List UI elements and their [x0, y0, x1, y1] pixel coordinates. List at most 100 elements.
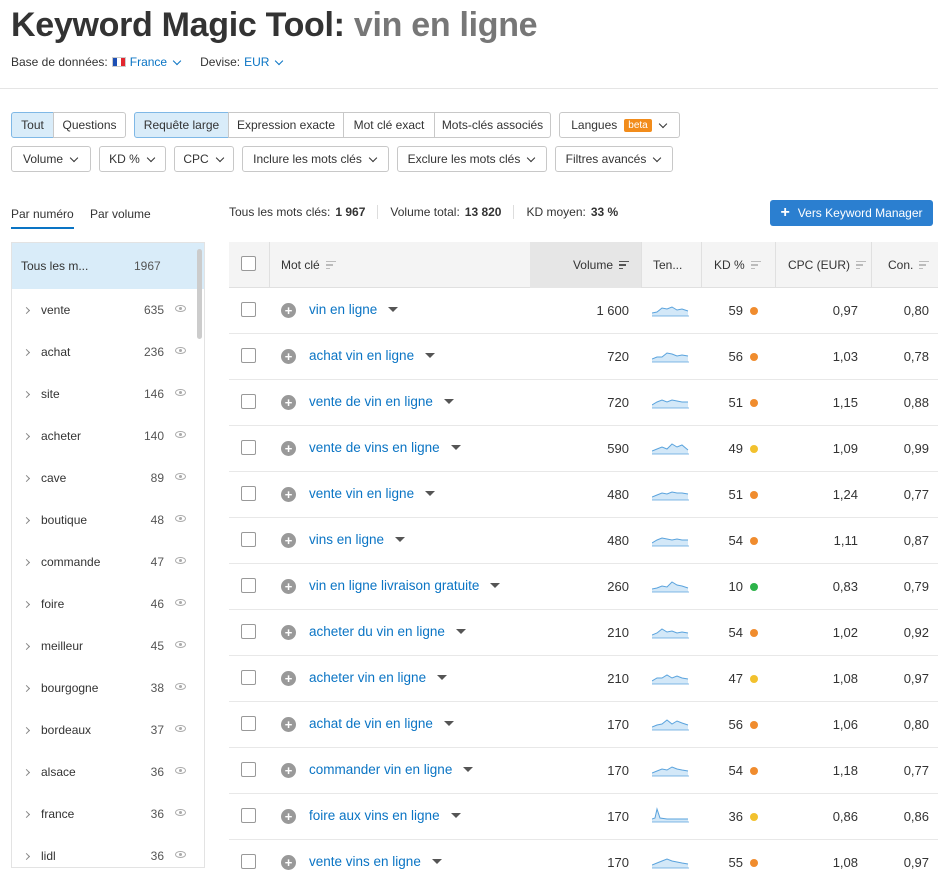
cpc-filter[interactable]: CPC [174, 146, 234, 172]
add-plus-icon[interactable]: + [281, 395, 296, 410]
group-item[interactable]: cave 89 [12, 457, 204, 499]
chevron-right-icon[interactable] [22, 852, 31, 860]
add-plus-icon[interactable]: + [281, 349, 296, 364]
row-checkbox[interactable] [241, 394, 256, 409]
keyword-link[interactable]: vente de vin en ligne [309, 394, 454, 409]
row-checkbox[interactable] [241, 670, 256, 685]
keyword-link[interactable]: foire aux vins en ligne [309, 808, 461, 823]
keyword-link[interactable]: vin en ligne [309, 302, 399, 317]
col-trend[interactable]: Ten... [653, 242, 682, 288]
chevron-right-icon[interactable] [22, 726, 31, 734]
col-volume[interactable]: Volume [530, 242, 641, 288]
eye-icon[interactable] [175, 305, 186, 312]
eye-icon[interactable] [175, 683, 186, 690]
caret-down-icon[interactable] [450, 445, 461, 450]
keyword-link[interactable]: vin en ligne livraison gratuite [309, 578, 501, 593]
eye-icon[interactable] [175, 515, 186, 522]
add-plus-icon[interactable]: + [281, 809, 296, 824]
group-item[interactable]: alsace 36 [12, 751, 204, 793]
add-plus-icon[interactable]: + [281, 763, 296, 778]
caret-down-icon[interactable] [443, 721, 454, 726]
eye-icon[interactable] [175, 557, 186, 564]
select-all-checkbox[interactable] [241, 256, 256, 271]
add-plus-icon[interactable]: + [281, 579, 296, 594]
eye-icon[interactable] [175, 767, 186, 774]
group-item[interactable]: france 36 [12, 793, 204, 835]
caret-down-icon[interactable] [463, 767, 474, 772]
volume-filter[interactable]: Volume [11, 146, 91, 172]
tab-broad-match[interactable]: Requête large [134, 112, 229, 138]
col-keyword[interactable]: Mot clé [281, 242, 336, 288]
tab-all[interactable]: Tout [11, 112, 54, 138]
caret-down-icon[interactable] [450, 813, 461, 818]
chevron-right-icon[interactable] [22, 684, 31, 692]
add-plus-icon[interactable]: + [281, 855, 296, 870]
row-checkbox[interactable] [241, 578, 256, 593]
languages-dropdown[interactable]: Langues beta [559, 112, 680, 138]
eye-icon[interactable] [175, 851, 186, 858]
keyword-link[interactable]: achat vin en ligne [309, 348, 436, 363]
tab-questions[interactable]: Questions [53, 112, 126, 138]
kd-filter[interactable]: KD % [99, 146, 166, 172]
row-checkbox[interactable] [241, 762, 256, 777]
keyword-link[interactable]: acheter du vin en ligne [309, 624, 466, 639]
col-competition[interactable]: Con. [888, 242, 930, 288]
eye-icon[interactable] [175, 599, 186, 606]
group-item[interactable]: vente 635 [12, 289, 204, 331]
group-item[interactable]: achat 236 [12, 331, 204, 373]
group-item[interactable]: acheter 140 [12, 415, 204, 457]
row-checkbox[interactable] [241, 486, 256, 501]
database-select[interactable]: France [111, 55, 182, 69]
include-keywords-filter[interactable]: Inclure les mots clés [242, 146, 389, 172]
add-plus-icon[interactable]: + [281, 717, 296, 732]
group-item[interactable]: lidl 36 [12, 835, 204, 867]
add-plus-icon[interactable]: + [281, 441, 296, 456]
group-all[interactable]: Tous les m... 1967 [12, 243, 204, 289]
add-plus-icon[interactable]: + [281, 625, 296, 640]
tab-related[interactable]: Mots-clés associés [434, 112, 551, 138]
add-plus-icon[interactable]: + [281, 533, 296, 548]
keyword-manager-button[interactable]: + Vers Keyword Manager [770, 200, 933, 226]
eye-icon[interactable] [175, 809, 186, 816]
keyword-link[interactable]: vente de vins en ligne [309, 440, 461, 455]
eye-icon[interactable] [175, 473, 186, 480]
scrollbar[interactable] [197, 249, 202, 339]
caret-down-icon[interactable] [437, 675, 448, 680]
chevron-right-icon[interactable] [22, 306, 31, 314]
row-checkbox[interactable] [241, 624, 256, 639]
row-checkbox[interactable] [241, 348, 256, 363]
add-plus-icon[interactable]: + [281, 487, 296, 502]
row-checkbox[interactable] [241, 716, 256, 731]
row-checkbox[interactable] [241, 854, 256, 869]
eye-icon[interactable] [175, 725, 186, 732]
row-checkbox[interactable] [241, 808, 256, 823]
keyword-link[interactable]: vins en ligne [309, 532, 406, 547]
row-checkbox[interactable] [241, 440, 256, 455]
tab-by-number[interactable]: Par numéro [11, 207, 74, 229]
keyword-link[interactable]: acheter vin en ligne [309, 670, 448, 685]
caret-down-icon[interactable] [395, 537, 406, 542]
caret-down-icon[interactable] [425, 353, 436, 358]
chevron-right-icon[interactable] [22, 768, 31, 776]
group-item[interactable]: bourgogne 38 [12, 667, 204, 709]
chevron-right-icon[interactable] [22, 558, 31, 566]
keyword-link[interactable]: achat de vin en ligne [309, 716, 454, 731]
col-cpc[interactable]: CPC (EUR) [788, 242, 866, 288]
row-checkbox[interactable] [241, 532, 256, 547]
group-item[interactable]: boutique 48 [12, 499, 204, 541]
group-item[interactable]: commande 47 [12, 541, 204, 583]
caret-down-icon[interactable] [443, 399, 454, 404]
chevron-right-icon[interactable] [22, 600, 31, 608]
eye-icon[interactable] [175, 431, 186, 438]
keyword-link[interactable]: vente vins en ligne [309, 854, 442, 869]
chevron-right-icon[interactable] [22, 516, 31, 524]
group-item[interactable]: site 146 [12, 373, 204, 415]
keyword-link[interactable]: commander vin en ligne [309, 762, 474, 777]
eye-icon[interactable] [175, 347, 186, 354]
eye-icon[interactable] [175, 641, 186, 648]
caret-down-icon[interactable] [388, 307, 399, 312]
caret-down-icon[interactable] [455, 629, 466, 634]
caret-down-icon[interactable] [425, 491, 436, 496]
chevron-right-icon[interactable] [22, 642, 31, 650]
keyword-link[interactable]: vente vin en ligne [309, 486, 436, 501]
